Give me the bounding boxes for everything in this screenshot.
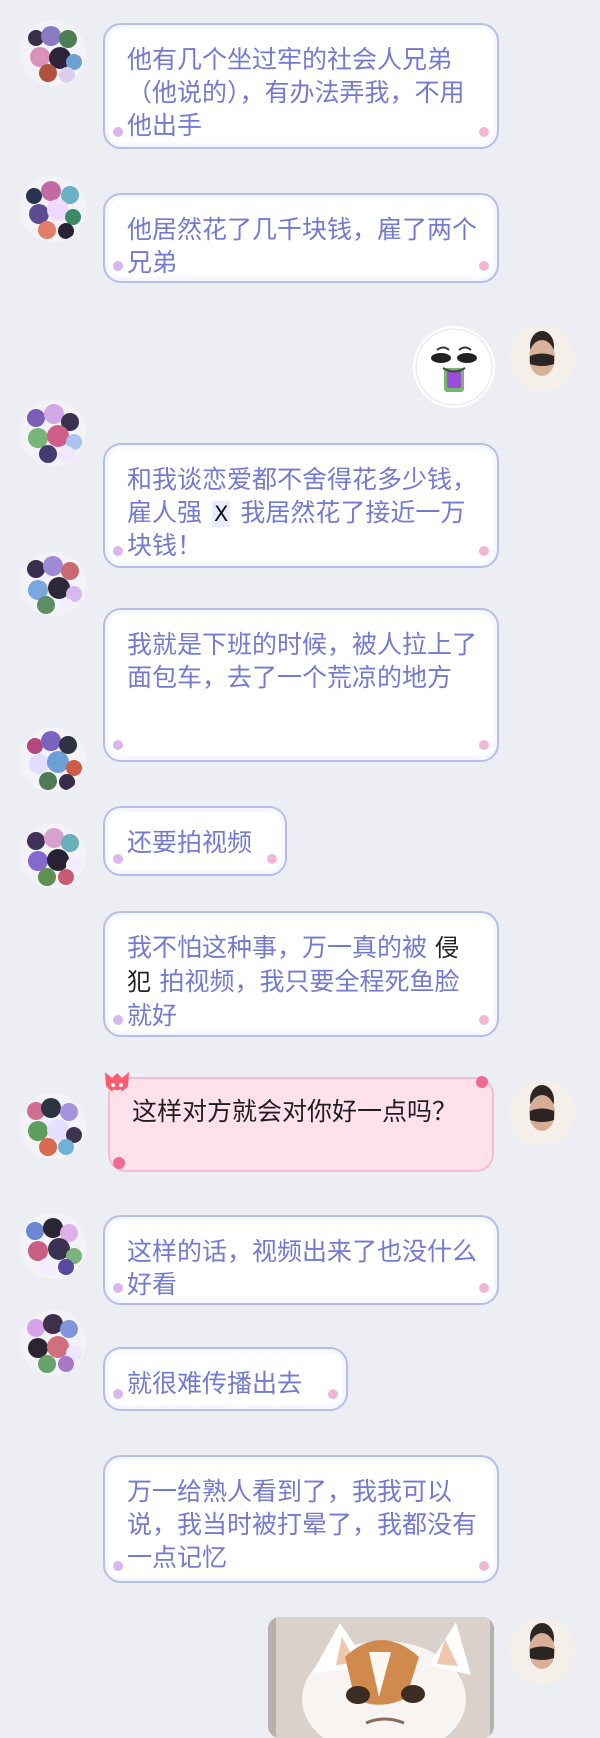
- message-text: 还要拍视频: [127, 828, 253, 857]
- message-bubble-left-2[interactable]: 他居然花了几千块钱，雇了两个兄弟: [103, 193, 499, 283]
- message-text: 我就是下班的时候，被人拉上了面包车，去了一个荒凉的地方: [127, 630, 478, 692]
- cat-photo-icon[interactable]: [268, 1617, 494, 1738]
- message-bubble-left-7[interactable]: 这样的话，视频出来了也没什么好看: [103, 1215, 499, 1305]
- message-text: 他有几个坐过牢的社会人兄弟（他说的），有办法弄我，不用他出手: [127, 45, 465, 140]
- avatar-left-7[interactable]: [20, 1093, 86, 1159]
- message-text: 这样的话，视频出来了也没什么好看: [127, 1237, 478, 1299]
- crying-face-sticker-icon[interactable]: [413, 326, 495, 408]
- message-text: 就很难传播出去: [127, 1369, 303, 1398]
- avatar-right-1[interactable]: [509, 325, 575, 391]
- message-bubble-left-8[interactable]: 就很难传播出去: [103, 1347, 348, 1411]
- avatar-left-8[interactable]: [20, 1213, 86, 1279]
- message-text-part-3: 拍视频，我只要全程死鱼脸就好: [127, 967, 460, 1030]
- message-text: 这样对方就会对你好一点吗？: [132, 1097, 458, 1126]
- message-bubble-left-9[interactable]: 万一给熟人看到了，我我可以说，我当时被打晕了，我都没有一点记忆: [103, 1455, 499, 1583]
- message-bubble-left-4[interactable]: 我就是下班的时候，被人拉上了面包车，去了一个荒凉的地方: [103, 608, 499, 762]
- message-bubble-left-3[interactable]: 和我谈恋爱都不舍得花多少钱，雇人强 X 我居然花了接近一万块钱！: [103, 443, 499, 568]
- avatar-left-5[interactable]: [20, 727, 86, 793]
- message-bubble-left-1[interactable]: 他有几个坐过牢的社会人兄弟（他说的），有办法弄我，不用他出手: [103, 23, 499, 149]
- heart-mark-icon: [113, 1157, 125, 1169]
- avatar-left-2[interactable]: [20, 176, 86, 242]
- avatar-right-3[interactable]: [509, 1618, 575, 1684]
- message-text: 万一给熟人看到了，我我可以说，我当时被打晕了，我都没有一点记忆: [127, 1477, 478, 1572]
- message-text: 他居然花了几千块钱，雇了两个兄弟: [127, 215, 478, 277]
- avatar-left-6[interactable]: [20, 823, 86, 889]
- message-bubble-left-5[interactable]: 还要拍视频: [103, 806, 287, 876]
- avatar-left-1[interactable]: [20, 20, 86, 86]
- heart-mark-icon: [476, 1076, 488, 1088]
- avatar-right-2[interactable]: [509, 1080, 575, 1146]
- message-bubble-right-1[interactable]: 这样对方就会对你好一点吗？: [108, 1077, 494, 1172]
- censored-mark: X: [211, 501, 231, 527]
- avatar-left-3[interactable]: [20, 400, 86, 466]
- message-bubble-left-6[interactable]: 我不怕这种事，万一真的被 侵犯 拍视频，我只要全程死鱼脸就好: [103, 911, 499, 1037]
- avatar-left-9[interactable]: [20, 1310, 86, 1376]
- avatar-left-4[interactable]: [20, 551, 86, 617]
- message-text-part-1: 我不怕这种事，万一真的被: [127, 933, 428, 962]
- fox-sticker-icon: [100, 1068, 134, 1102]
